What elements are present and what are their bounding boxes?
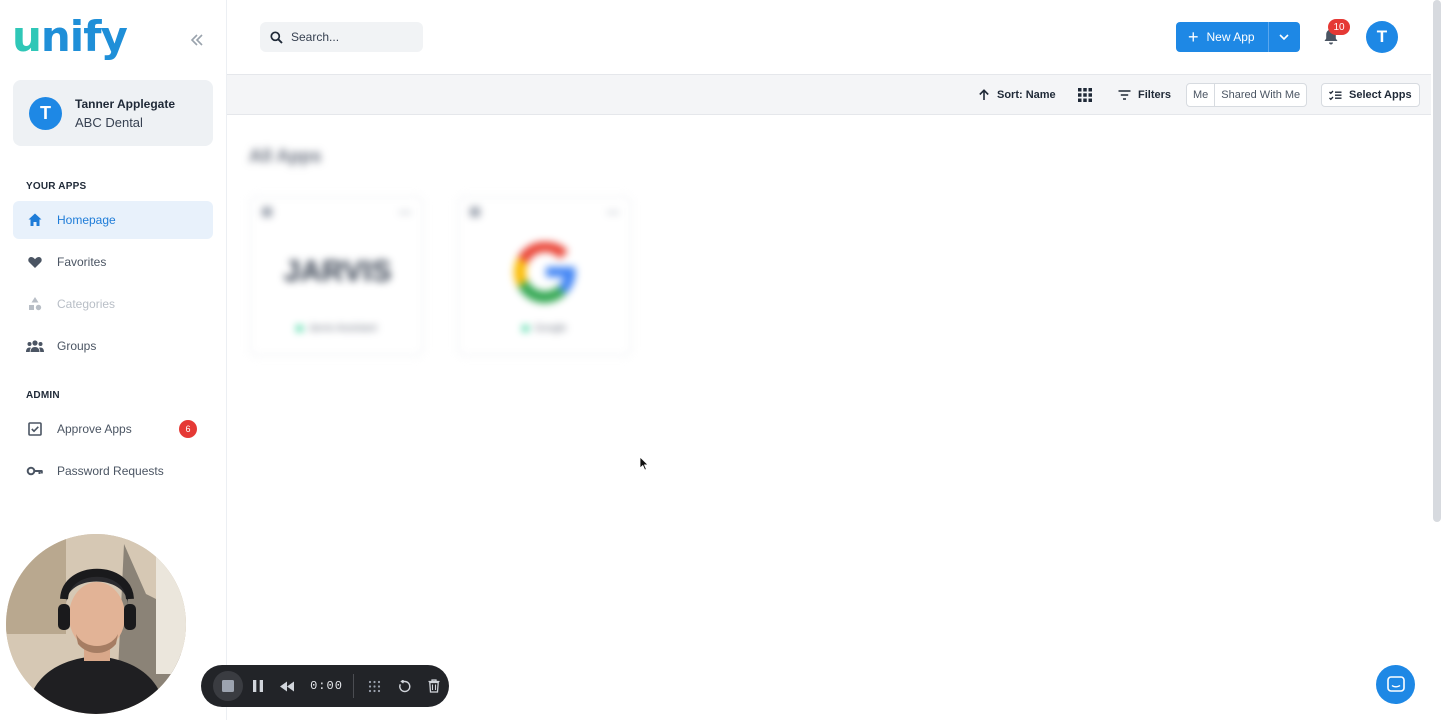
divider bbox=[352, 674, 354, 698]
rewind-button[interactable] bbox=[272, 671, 302, 701]
sidebar-item-homepage[interactable]: Homepage bbox=[13, 201, 213, 239]
sidebar-item-categories[interactable]: Categories bbox=[13, 285, 213, 323]
page-scrollbar[interactable] bbox=[1433, 0, 1441, 522]
search-input[interactable] bbox=[291, 30, 411, 44]
filters-button[interactable]: Filters bbox=[1118, 75, 1171, 115]
webcam-person-image bbox=[6, 534, 186, 714]
webcam-overlay[interactable] bbox=[6, 534, 186, 714]
google-logo bbox=[488, 237, 603, 307]
card-status-dot bbox=[470, 207, 480, 217]
heart-icon bbox=[26, 253, 44, 271]
sidebar-item-label: Favorites bbox=[57, 255, 107, 269]
sidebar-item-favorites[interactable]: Favorites bbox=[13, 243, 213, 281]
owner-option-shared[interactable]: Shared With Me bbox=[1214, 84, 1306, 106]
stop-recording-button[interactable] bbox=[213, 671, 243, 701]
drag-handle[interactable] bbox=[360, 671, 390, 701]
sort-label: Sort: Name bbox=[997, 89, 1056, 101]
restart-recording-button[interactable] bbox=[390, 671, 420, 701]
search-box[interactable] bbox=[260, 22, 423, 52]
sidebar-item-label: Categories bbox=[57, 297, 116, 311]
mouse-cursor-icon bbox=[639, 456, 649, 471]
chat-icon bbox=[1386, 675, 1405, 692]
grid-icon bbox=[1078, 88, 1092, 102]
user-org: ABC Dental bbox=[75, 114, 143, 130]
sidebar-item-label: Approve Apps bbox=[57, 422, 132, 436]
chat-launcher-button[interactable] bbox=[1376, 665, 1415, 704]
recording-controls: 0:00 bbox=[201, 665, 449, 707]
page-title: All Apps bbox=[249, 146, 322, 166]
app-card-label: Jarvis Assistant bbox=[250, 323, 423, 334]
key-icon bbox=[26, 462, 44, 480]
sidebar-item-label: Homepage bbox=[57, 213, 116, 227]
filter-icon bbox=[1118, 90, 1131, 100]
new-app-button[interactable]: + New App bbox=[1176, 22, 1268, 52]
jarvis-logo: JARVIS bbox=[283, 255, 392, 288]
checkbox-icon bbox=[26, 420, 44, 438]
owner-filter-toggle: Me Shared With Me bbox=[1186, 83, 1308, 107]
collapse-sidebar-button[interactable] bbox=[186, 30, 208, 50]
trash-icon bbox=[428, 679, 440, 693]
sidebar-item-label: Groups bbox=[57, 339, 97, 353]
pause-recording-button[interactable] bbox=[243, 671, 273, 701]
apps-content: All Apps JARVIS Jarvis Assistant Google bbox=[227, 116, 1431, 720]
new-app-split-button: + New App bbox=[1176, 22, 1300, 52]
delete-recording-button[interactable] bbox=[419, 671, 449, 701]
section-label-admin: ADMIN bbox=[26, 390, 60, 401]
rewind-icon bbox=[280, 681, 295, 691]
section-label-your-apps: YOUR APPS bbox=[26, 181, 87, 192]
app-card-jarvis[interactable]: JARVIS Jarvis Assistant bbox=[249, 196, 424, 356]
owner-option-me[interactable]: Me bbox=[1187, 84, 1214, 106]
chevron-down-icon bbox=[1279, 34, 1289, 40]
new-app-dropdown-button[interactable] bbox=[1267, 22, 1300, 52]
notification-badge: 10 bbox=[1328, 19, 1350, 35]
select-apps-label: Select Apps bbox=[1349, 89, 1412, 101]
topbar: + New App 10 T bbox=[227, 0, 1431, 75]
user-card[interactable]: T Tanner Applegate ABC Dental bbox=[13, 80, 213, 146]
card-menu-button[interactable] bbox=[607, 211, 619, 214]
plus-icon: + bbox=[1188, 27, 1199, 47]
user-name: Tanner Applegate bbox=[75, 96, 176, 111]
checklist-icon bbox=[1329, 90, 1342, 101]
app-card-google[interactable]: Google bbox=[457, 196, 632, 356]
avatar: T bbox=[29, 96, 62, 130]
app-card-label: Google bbox=[458, 323, 631, 334]
sort-button[interactable]: Sort: Name bbox=[978, 75, 1056, 115]
sidebar-item-groups[interactable]: Groups bbox=[13, 327, 213, 365]
arrow-up-icon bbox=[978, 89, 990, 101]
stop-icon bbox=[221, 680, 234, 692]
new-app-label: New App bbox=[1206, 30, 1255, 44]
search-icon bbox=[270, 30, 283, 44]
select-apps-button[interactable]: Select Apps bbox=[1321, 83, 1420, 107]
approve-apps-badge: 6 bbox=[179, 420, 197, 438]
shapes-icon bbox=[26, 295, 44, 313]
groups-icon bbox=[26, 337, 44, 355]
card-status-dot bbox=[262, 207, 272, 217]
restart-icon bbox=[399, 679, 411, 692]
drag-dots-icon bbox=[369, 680, 381, 692]
pause-icon bbox=[252, 680, 263, 692]
home-icon bbox=[26, 211, 44, 229]
apps-toolbar: Sort: Name Filters Me Shared With Me Sel… bbox=[227, 75, 1431, 115]
sidebar-item-password-requests[interactable]: Password Requests bbox=[13, 452, 213, 490]
grid-view-button[interactable] bbox=[1078, 75, 1099, 115]
card-menu-button[interactable] bbox=[399, 211, 411, 214]
app-root: unify T Tanner Applegate ABC Dental YOUR… bbox=[0, 0, 1443, 720]
unify-logo[interactable]: unify bbox=[12, 16, 128, 58]
sidebar-item-label: Password Requests bbox=[57, 464, 164, 478]
double-chevron-left-icon bbox=[190, 34, 203, 46]
recording-timer: 0:00 bbox=[310, 679, 343, 693]
sidebar-item-approve-apps[interactable]: Approve Apps 6 bbox=[13, 410, 213, 448]
profile-avatar[interactable]: T bbox=[1366, 21, 1398, 53]
filters-label: Filters bbox=[1138, 89, 1172, 101]
